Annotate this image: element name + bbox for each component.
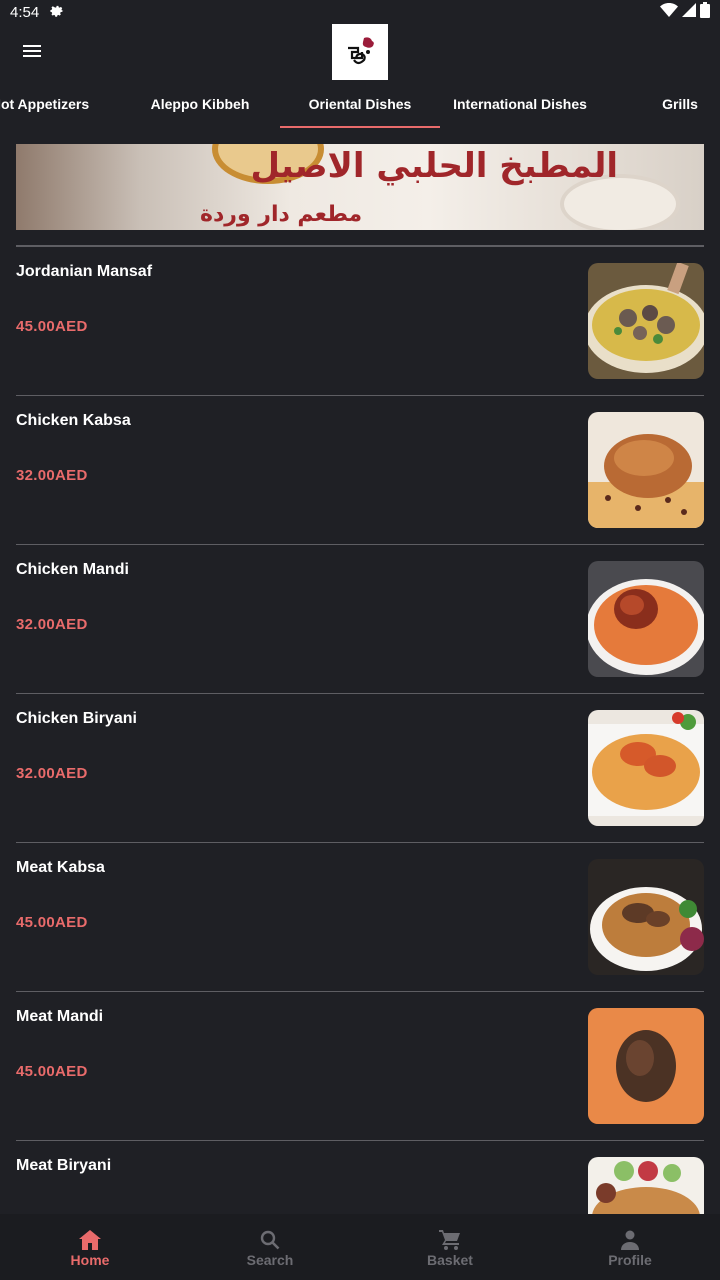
tab-label: Oriental Dishes bbox=[308, 96, 412, 112]
food-image bbox=[588, 859, 704, 975]
nav-profile[interactable]: Profile bbox=[540, 1214, 720, 1280]
item-name: Jordanian Mansaf bbox=[16, 263, 153, 280]
food-image bbox=[588, 263, 704, 379]
tab-aleppo-kibbeh[interactable]: Aleppo Kibbeh bbox=[120, 80, 280, 128]
item-name: Chicken Kabsa bbox=[16, 412, 131, 429]
item-name: Meat Mandi bbox=[16, 1008, 104, 1025]
banner-title: المطبخ الحلبي الاصيل bbox=[250, 146, 618, 186]
menu-item-list: Jordanian Mansaf 45.00AED Chicken Kabsa … bbox=[0, 247, 720, 1214]
nav-label: Home bbox=[70, 1252, 110, 1268]
tab-label: International Dishes bbox=[453, 96, 587, 112]
bottom-navigation: Home Search Basket Profile bbox=[0, 1214, 720, 1280]
food-image bbox=[588, 1008, 704, 1124]
banner-subtitle: مطعم دار وردة bbox=[200, 202, 363, 227]
menu-item-meat-biryani[interactable]: Meat Biryani bbox=[16, 1141, 704, 1214]
battery-icon bbox=[700, 2, 710, 22]
item-name: Chicken Mandi bbox=[16, 561, 129, 578]
cart-icon bbox=[439, 1230, 461, 1252]
menu-item-meat-mandi[interactable]: Meat Mandi 45.00AED bbox=[16, 992, 704, 1141]
item-price: 32.00AED bbox=[16, 765, 88, 782]
item-price: 32.00AED bbox=[16, 467, 88, 484]
nav-label: Search bbox=[246, 1252, 294, 1268]
tab-hot-appetizers[interactable]: Hot Appetizers bbox=[0, 80, 120, 128]
item-price: 32.00AED bbox=[16, 616, 88, 633]
item-name: Meat Biryani bbox=[16, 1157, 112, 1174]
item-name: Chicken Biryani bbox=[16, 710, 137, 727]
wifi-icon bbox=[660, 3, 678, 21]
food-image bbox=[588, 412, 704, 528]
menu-item-meat-kabsa[interactable]: Meat Kabsa 45.00AED bbox=[16, 843, 704, 992]
item-price: 45.00AED bbox=[16, 318, 88, 335]
app-bar bbox=[0, 24, 720, 80]
item-price: 45.00AED bbox=[16, 1063, 88, 1080]
item-name: Meat Kabsa bbox=[16, 859, 105, 876]
tab-label: Grills bbox=[662, 96, 698, 112]
food-image bbox=[588, 710, 704, 826]
home-icon bbox=[79, 1230, 101, 1252]
menu-hamburger-icon[interactable] bbox=[18, 40, 46, 64]
search-icon bbox=[260, 1230, 280, 1252]
menu-item-chicken-mandi[interactable]: Chicken Mandi 32.00AED bbox=[16, 545, 704, 694]
tab-international-dishes[interactable]: International Dishes bbox=[440, 80, 600, 128]
person-icon bbox=[620, 1230, 640, 1252]
promo-banner: المطبخ الحلبي الاصيل مطعم دار وردة bbox=[16, 144, 704, 230]
nav-label: Profile bbox=[608, 1252, 652, 1268]
food-image bbox=[588, 1157, 704, 1214]
food-image bbox=[588, 561, 704, 677]
menu-content[interactable]: المطبخ الحلبي الاصيل مطعم دار وردة Jorda… bbox=[0, 128, 720, 1214]
tab-label: Aleppo Kibbeh bbox=[150, 96, 250, 112]
category-tabs: Hot Appetizers Aleppo Kibbeh Oriental Di… bbox=[0, 80, 720, 128]
restaurant-logo bbox=[332, 24, 388, 80]
nav-home[interactable]: Home bbox=[0, 1214, 180, 1280]
item-price: 45.00AED bbox=[16, 914, 88, 931]
status-bar: 4:54 bbox=[0, 0, 720, 24]
settings-gear-icon bbox=[49, 2, 65, 22]
tab-grills[interactable]: Grills bbox=[600, 80, 720, 128]
tab-label: Hot Appetizers bbox=[0, 96, 90, 112]
status-time: 4:54 bbox=[10, 3, 40, 21]
menu-item-chicken-kabsa[interactable]: Chicken Kabsa 32.00AED bbox=[16, 396, 704, 545]
nav-basket[interactable]: Basket bbox=[360, 1214, 540, 1280]
nav-label: Basket bbox=[427, 1252, 473, 1268]
status-icons bbox=[660, 2, 710, 22]
signal-icon bbox=[682, 3, 696, 21]
app-screen: 4:54 Hot Appetizers Aleppo Kibbeh Orient… bbox=[0, 0, 720, 1280]
menu-item-chicken-biryani[interactable]: Chicken Biryani 32.00AED bbox=[16, 694, 704, 843]
menu-item-jordanian-mansaf[interactable]: Jordanian Mansaf 45.00AED bbox=[16, 247, 704, 396]
nav-search[interactable]: Search bbox=[180, 1214, 360, 1280]
tab-oriental-dishes[interactable]: Oriental Dishes bbox=[280, 80, 440, 128]
